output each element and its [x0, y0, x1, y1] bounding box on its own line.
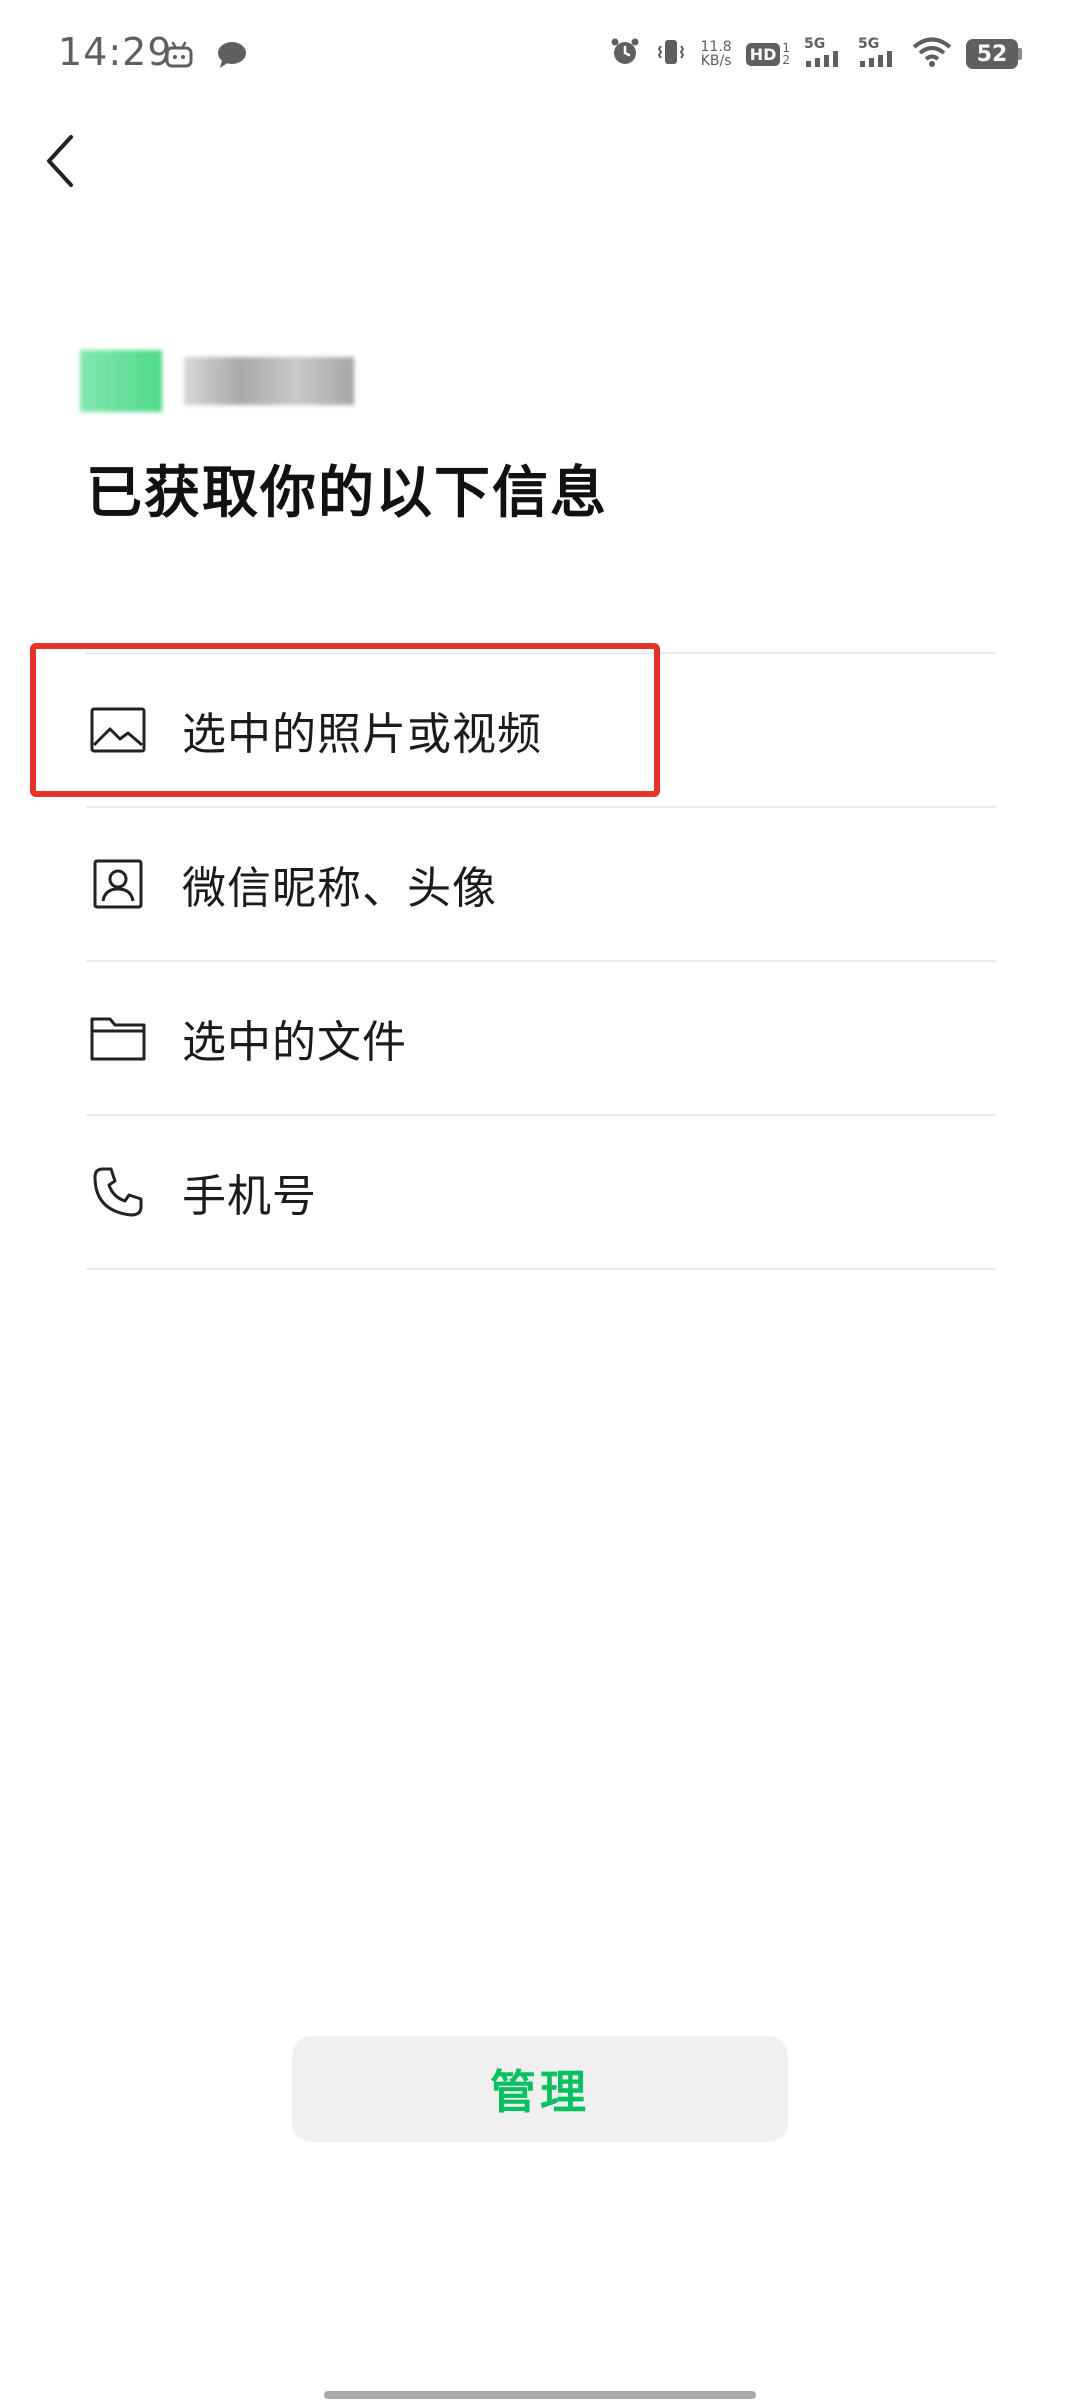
highlight-annotation — [30, 643, 660, 797]
app-identity-blurred — [80, 350, 354, 412]
permission-item-phone[interactable]: 手机号 — [86, 1114, 996, 1270]
folder-icon — [88, 1008, 148, 1068]
page-title: 已获取你的以下信息 — [86, 461, 608, 526]
hd-voice-badge: HD 1 2 — [745, 42, 790, 67]
manage-button[interactable]: 管理 — [292, 2036, 788, 2142]
signal-bars-icon — [858, 51, 898, 71]
permission-label: 选中的文件 — [182, 1017, 407, 1068]
permission-label: 手机号 — [182, 1171, 317, 1222]
network-speed: 11.8 KB/s — [701, 40, 732, 68]
signal-bars-icon — [804, 51, 844, 71]
tv-app-icon — [164, 41, 194, 73]
permission-item-files[interactable]: 选中的文件 — [86, 960, 996, 1114]
status-notification-icons — [164, 40, 248, 74]
status-bar: 14:29 11.8 KB/s HD 1 2 5G 5G 52 — [0, 0, 1080, 110]
hd-label: HD — [745, 42, 781, 66]
vibrate-icon — [655, 36, 687, 72]
battery-indicator: 52 — [966, 39, 1022, 69]
battery-tip — [1018, 48, 1022, 60]
signal-2: 5G — [858, 37, 898, 71]
app-logo — [80, 350, 162, 412]
hd-sub-bottom: 2 — [782, 53, 790, 67]
signal-2-label: 5G — [858, 36, 880, 52]
permission-label: 微信昵称、头像 — [182, 863, 497, 914]
chat-bubble-icon — [216, 40, 248, 74]
chevron-left-icon — [43, 133, 77, 193]
permission-item-nickname-avatar[interactable]: 微信昵称、头像 — [86, 806, 996, 960]
status-time: 14:29 — [58, 30, 173, 74]
signal-1: 5G — [804, 37, 844, 71]
status-system-icons: 11.8 KB/s HD 1 2 5G 5G 52 — [609, 36, 1022, 72]
gesture-nav-handle[interactable] — [324, 2391, 756, 2399]
alarm-icon — [609, 36, 641, 72]
signal-1-label: 5G — [804, 36, 826, 52]
phone-icon — [88, 1162, 148, 1222]
battery-level: 52 — [966, 39, 1018, 69]
profile-card-icon — [88, 854, 148, 914]
back-button[interactable] — [30, 128, 90, 198]
network-speed-unit: KB/s — [700, 53, 732, 69]
wifi-icon — [912, 36, 952, 72]
app-name-redacted — [184, 357, 354, 405]
network-speed-value: 11.8 — [700, 39, 732, 55]
